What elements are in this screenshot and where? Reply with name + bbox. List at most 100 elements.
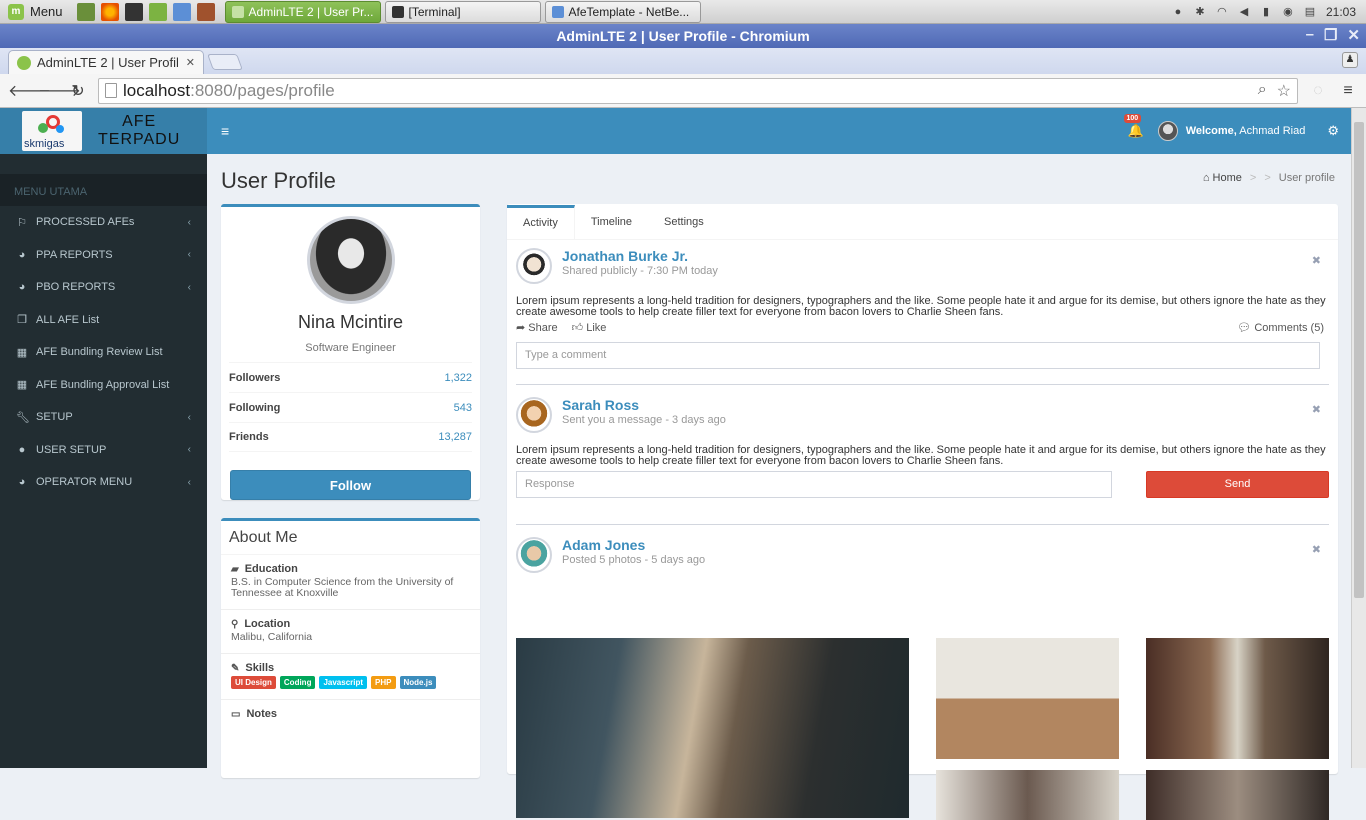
search-icon[interactable]: ⌕ bbox=[1258, 81, 1267, 101]
tab-close-icon[interactable]: ✕ bbox=[186, 56, 195, 69]
tab-timeline[interactable]: Timeline bbox=[575, 205, 648, 239]
back-icon[interactable]: 🡐 bbox=[8, 80, 51, 101]
header-right: 🔔 100 Welcome, Achmad Riad ⚙ bbox=[1123, 114, 1352, 141]
window-controls: – ❐ ✕ bbox=[1306, 26, 1360, 44]
avatar bbox=[1157, 121, 1178, 141]
tab-settings[interactable]: Settings bbox=[648, 205, 720, 239]
browser-profile-icon[interactable]: ♟ bbox=[1342, 52, 1358, 68]
comment-input[interactable]: Type a comment bbox=[516, 342, 1320, 369]
clock[interactable]: 21:03 bbox=[1326, 5, 1356, 19]
response-input[interactable]: Response bbox=[516, 471, 1112, 498]
show-desktop-icon[interactable] bbox=[76, 2, 95, 21]
sidebar-item-afe-bundling-approval-list[interactable]: ▦ AFE Bundling Approval List bbox=[0, 369, 207, 402]
scrollbar-thumb[interactable] bbox=[1354, 122, 1364, 598]
update-icon[interactable]: ◉ bbox=[1282, 6, 1294, 18]
logo-title: AFE TERPADU bbox=[98, 113, 180, 149]
photo-woman[interactable] bbox=[936, 770, 1119, 820]
browser-tab-active[interactable]: AdminLTE 2 | User Profil ✕ bbox=[8, 50, 204, 74]
sidebar-item-processed-afes[interactable]: ⚐ PROCESSED AFEs ‹ bbox=[0, 206, 207, 239]
pie-chart-icon: ◕ bbox=[18, 476, 26, 489]
post-text: Lorem ipsum represents a long-held tradi… bbox=[516, 295, 1326, 318]
tab-activity[interactable]: Activity bbox=[507, 205, 575, 239]
bookmark-star-icon[interactable]: ☆ bbox=[1277, 81, 1291, 101]
photo-dining-room[interactable] bbox=[936, 638, 1119, 759]
terminal-icon[interactable] bbox=[124, 2, 143, 21]
address-bar[interactable]: localhost:8080/pages/profile ⌕ ☆ bbox=[98, 77, 1298, 104]
taskbar-task-netbeans[interactable]: AfeTemplate - NetBe... bbox=[544, 0, 701, 23]
app-logo[interactable]: skmigas AFE TERPADU bbox=[0, 108, 207, 154]
sidebar-item-pbo-reports[interactable]: ◕ PBO REPORTS ‹ bbox=[0, 271, 207, 304]
netbeans-icon[interactable] bbox=[172, 2, 191, 21]
close-icon[interactable]: ✕ bbox=[1347, 26, 1360, 44]
notification-bell-icon[interactable]: 🔔 100 bbox=[1123, 114, 1144, 139]
maximize-icon[interactable]: ❐ bbox=[1324, 26, 1337, 44]
window-title: AdminLTE 2 | User Profile - Chromium bbox=[556, 28, 810, 44]
skill-label: Node.js bbox=[399, 676, 437, 689]
volume-icon[interactable]: ◀ bbox=[1238, 6, 1250, 18]
share-icon: ➦ bbox=[516, 322, 526, 334]
sidebar-item-all-afe-list[interactable]: ❐ ALL AFE List bbox=[0, 304, 207, 337]
follow-button[interactable]: Follow bbox=[230, 470, 471, 500]
wifi-icon[interactable]: ◠ bbox=[1216, 6, 1228, 18]
files-icon[interactable] bbox=[148, 2, 167, 21]
task-label: AfeTemplate - NetBe... bbox=[568, 4, 690, 19]
sidebar-item-user-setup[interactable]: ● USER SETUP ‹ bbox=[0, 434, 207, 467]
about-card: About Me ▰ Education B.S. in Computer Sci… bbox=[221, 518, 480, 778]
sidebar-item-label: PPA REPORTS bbox=[36, 248, 113, 261]
post-user[interactable]: Sarah Ross bbox=[562, 397, 726, 413]
comments-link[interactable]: 💬︎ Comments (5) bbox=[1237, 321, 1324, 334]
taskbar-task-chromium[interactable]: AdminLTE 2 | User Pr... bbox=[224, 0, 381, 23]
app-header: ≡ 🔔 100 Welcome, Achmad Riad ⚙ bbox=[207, 108, 1351, 154]
breadcrumb-home[interactable]: ⌂ Home bbox=[1203, 172, 1242, 184]
like-link[interactable]: 👍︎ Like bbox=[572, 321, 607, 334]
mint-logo-icon: m bbox=[8, 3, 24, 20]
sidebar-item-operator-menu[interactable]: ◕ OPERATOR MENU ‹ bbox=[0, 466, 207, 499]
skills-label: Skills bbox=[245, 662, 275, 674]
stat-label: Friends bbox=[229, 431, 269, 443]
chevron-left-icon: ‹ bbox=[187, 476, 191, 488]
new-tab-button[interactable] bbox=[207, 54, 243, 70]
start-menu-button[interactable]: m Menu bbox=[0, 0, 71, 24]
sidebar-item-ppa-reports[interactable]: ◕ PPA REPORTS ‹ bbox=[0, 239, 207, 272]
forward-icon[interactable]: 🡒 bbox=[38, 80, 81, 101]
reload-icon[interactable]: ↻ bbox=[68, 81, 88, 101]
stat-value[interactable]: 13,287 bbox=[438, 431, 472, 443]
start-menu-label: Menu bbox=[30, 4, 63, 19]
photo-canal-2[interactable] bbox=[1146, 770, 1329, 820]
firefox-icon[interactable] bbox=[100, 2, 119, 21]
network-icon[interactable]: ▤ bbox=[1304, 6, 1316, 18]
user-menu[interactable]: Welcome, Achmad Riad bbox=[1157, 121, 1305, 141]
share-link[interactable]: ➦ Share bbox=[516, 321, 558, 334]
user-tray-icon[interactable]: ● bbox=[1172, 6, 1184, 18]
close-icon[interactable]: ✖ bbox=[1312, 403, 1321, 416]
close-icon[interactable]: ✖ bbox=[1312, 543, 1321, 556]
chromium-task-icon bbox=[231, 5, 244, 18]
post-user[interactable]: Jonathan Burke Jr. bbox=[562, 248, 718, 264]
taskbar-task-terminal[interactable]: [Terminal] bbox=[384, 0, 541, 23]
minimize-icon[interactable]: – bbox=[1306, 26, 1314, 44]
sidebar-item-setup[interactable]: 🔧︎ SETUP ‹ bbox=[0, 401, 207, 434]
avatar bbox=[516, 397, 552, 433]
gears-icon[interactable]: ⚙ bbox=[1327, 123, 1339, 139]
extension-icon[interactable]: ◌ bbox=[1308, 82, 1328, 100]
browser-menu-icon[interactable]: ≡ bbox=[1338, 82, 1358, 100]
logo-line-1: AFE bbox=[122, 113, 157, 130]
post-user[interactable]: Adam Jones bbox=[562, 537, 705, 553]
sidebar-item-afe-bundling-review-list[interactable]: ▦ AFE Bundling Review List bbox=[0, 336, 207, 369]
photo-canal[interactable] bbox=[1146, 638, 1329, 759]
photo-street[interactable] bbox=[516, 638, 909, 818]
close-icon[interactable]: ✖ bbox=[1312, 254, 1321, 267]
avatar bbox=[516, 248, 552, 284]
page-scrollbar[interactable] bbox=[1351, 108, 1366, 768]
sublime-icon[interactable] bbox=[196, 2, 215, 21]
send-button[interactable]: Send bbox=[1146, 471, 1329, 498]
stat-value[interactable]: 1,322 bbox=[444, 372, 472, 384]
copy-icon: ❐ bbox=[17, 314, 27, 327]
sidebar-toggle-icon[interactable]: ≡ bbox=[207, 123, 229, 139]
stat-value[interactable]: 543 bbox=[454, 402, 472, 414]
book-icon: ▰ bbox=[231, 563, 239, 575]
page-icon bbox=[105, 83, 117, 98]
battery-icon[interactable]: ▮ bbox=[1260, 6, 1272, 18]
comments-label: Comments (5) bbox=[1254, 322, 1324, 334]
bluetooth-icon[interactable]: ✱ bbox=[1194, 6, 1206, 18]
